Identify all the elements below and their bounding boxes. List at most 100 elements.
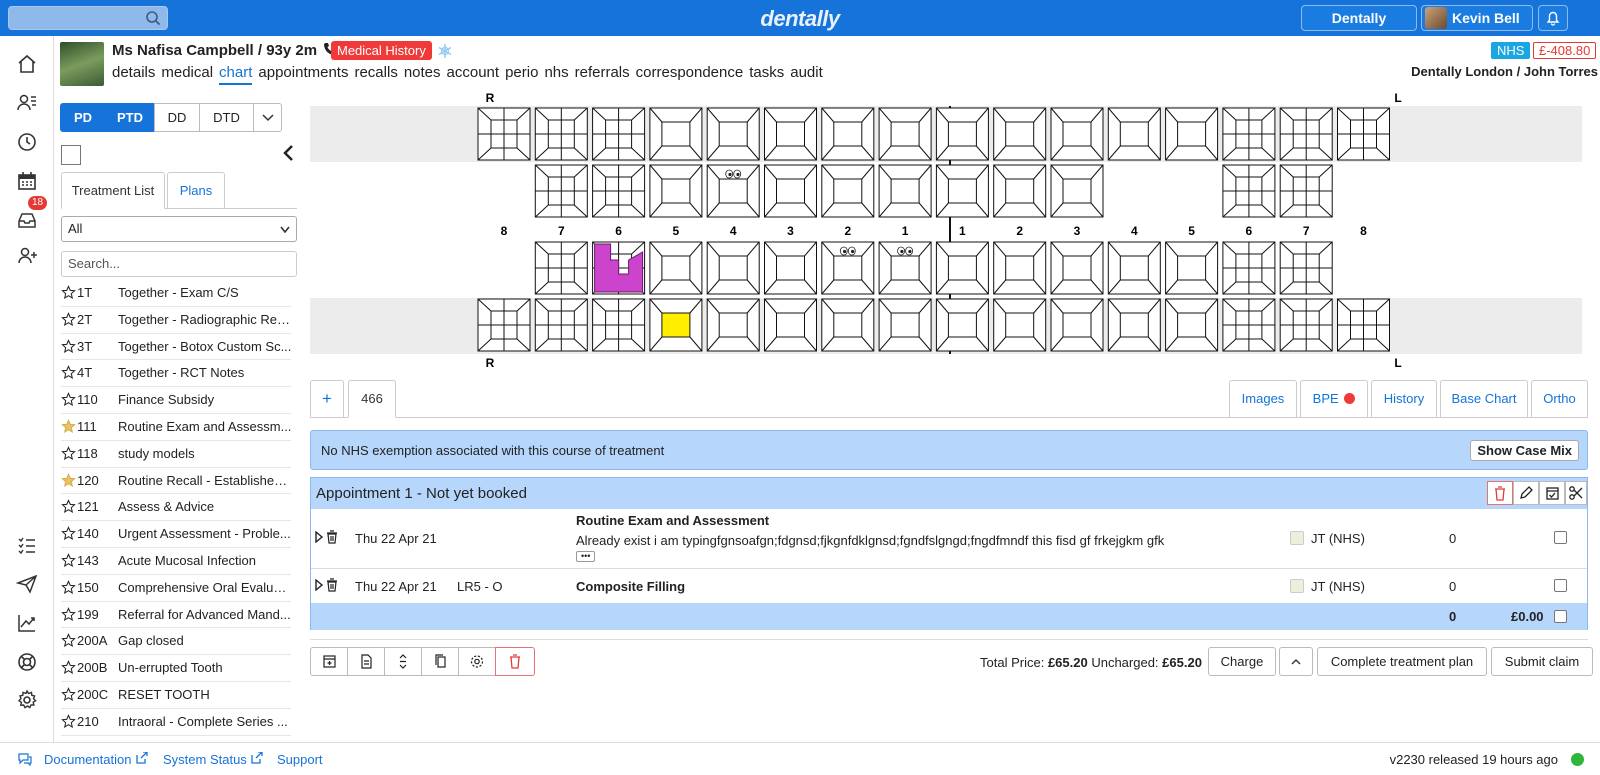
tab-tasks[interactable]: tasks [749,64,784,81]
treatment-list-item[interactable]: 199 Referral for Advanced Mand... [61,602,291,629]
practice-switch-button[interactable]: Dentally London [1301,5,1417,50]
tooth[interactable] [821,107,875,161]
tab-plans[interactable]: Plans [167,172,225,209]
favourite-star-icon[interactable] [61,633,76,648]
plan-settings-button[interactable] [458,647,496,676]
clock-icon[interactable] [15,130,39,154]
treatment-list-item[interactable]: 143 Acute Mucosal Infection [61,548,291,575]
treatment-row[interactable]: Thu 22 Apr 21 Routine Exam and Assessmen… [311,509,1587,569]
tooth[interactable] [878,298,932,352]
treatment-list-item[interactable]: 110 Finance Subsidy [61,387,291,414]
split-appointment-button[interactable] [1565,481,1587,505]
expand-note-button[interactable]: ••• [576,551,596,562]
add-patient-icon[interactable] [15,244,39,268]
tooth[interactable] [1337,298,1390,352]
tooth[interactable] [1050,107,1104,161]
tooth[interactable] [821,241,875,295]
tooth[interactable] [1165,241,1219,295]
favourite-star-icon[interactable] [61,311,76,327]
tooth[interactable] [706,241,760,295]
treatment-list-item[interactable]: 150 Comprehensive Oral Evaluati... [61,575,291,602]
tooth[interactable] [935,107,989,161]
calendar-icon[interactable] [15,169,39,193]
tooth[interactable] [534,298,588,352]
treatment-list-item[interactable]: 210 Intraoral - Complete Series ... [61,709,291,736]
tooth[interactable] [592,164,646,218]
treatment-list-item[interactable]: 1T Together - Exam C/S [61,280,291,307]
favourite-star-icon[interactable] [61,445,76,461]
documentation-link[interactable]: Documentation [44,751,148,767]
mode-dropdown-button[interactable] [253,103,282,132]
tooth[interactable] [821,164,875,218]
treatment-list-item[interactable]: 111 Routine Exam and Assessm... [61,414,291,441]
tooth[interactable] [1222,298,1276,352]
mode-dtd-button[interactable]: DTD [199,103,254,132]
tab-recalls[interactable]: recalls [354,64,397,81]
document-button[interactable] [347,647,385,676]
tooth[interactable] [821,298,875,352]
tab-appointments[interactable]: appointments [258,64,348,81]
tab-referrals[interactable]: referrals [575,64,630,81]
favourite-star-icon[interactable] [61,713,76,729]
tooth[interactable] [935,298,989,352]
favourite-star-icon[interactable] [61,553,76,568]
favourite-star-icon[interactable] [61,392,76,407]
tooth[interactable] [534,241,588,295]
tooth[interactable] [706,298,760,352]
tab-account[interactable]: account [447,64,500,81]
tooth[interactable] [1050,241,1104,295]
submit-claim-button[interactable]: Submit claim [1491,647,1593,676]
tooth[interactable] [477,107,531,161]
help-lifebuoy-icon[interactable] [15,650,39,674]
favourite-star-icon[interactable] [61,687,76,702]
tooth[interactable] [1050,164,1104,218]
user-menu-button[interactable]: Kevin Bell [1421,5,1533,48]
add-plan-button[interactable]: + [310,380,344,418]
tooth[interactable] [477,298,531,352]
tab-base-chart[interactable]: Base Chart [1440,380,1528,418]
delete-plan-button[interactable] [495,647,535,676]
tooth[interactable] [649,298,703,352]
treatment-list-item[interactable]: 118 study models [61,441,291,468]
treatment-filter-select[interactable]: All [61,216,297,242]
charge-button[interactable]: Charge [1208,647,1276,676]
favourite-star-icon[interactable] [61,499,76,514]
copy-button[interactable] [421,647,459,676]
mode-dd-button[interactable]: DD [154,103,200,132]
tooth[interactable] [534,164,588,218]
tooth[interactable] [1279,241,1333,295]
tab-correspondence[interactable]: correspondence [636,64,744,81]
chat-icon[interactable] [17,752,33,766]
favourite-star-icon[interactable] [61,365,76,380]
tooth[interactable] [1279,107,1333,161]
tab-bpe[interactable]: BPE [1300,380,1368,418]
show-case-mix-button[interactable]: Show Case Mix [1470,440,1579,461]
tooth[interactable] [534,107,588,161]
settings-gear-icon[interactable] [15,688,39,712]
treatment-list-item[interactable]: 3T Together - Botox Custom Sc... [61,334,291,361]
tooth[interactable] [935,241,989,295]
tooth[interactable] [993,241,1047,295]
favourite-star-icon[interactable] [61,579,76,595]
tooth[interactable] [1279,298,1333,352]
mode-ptd-button[interactable]: PTD [105,103,155,132]
treatment-list-item[interactable]: 4T Together - RCT Notes [61,360,291,388]
book-appointment-button[interactable] [1539,481,1565,505]
tooth[interactable] [1050,298,1104,352]
tooth[interactable] [592,107,646,161]
add-appointment-button[interactable] [310,647,348,676]
tooth-select-icon[interactable] [61,145,81,165]
tooth[interactable] [878,107,932,161]
tooth[interactable] [993,107,1047,161]
tooth[interactable] [1222,241,1276,295]
system-status-link[interactable]: System Status [163,751,264,767]
tooth[interactable] [706,107,760,161]
tooth[interactable] [935,164,989,218]
tab-history[interactable]: History [1371,380,1437,418]
tooth[interactable] [993,298,1047,352]
tooth[interactable] [764,241,817,295]
tab-images[interactable]: Images [1229,380,1297,418]
tooth[interactable] [878,241,932,295]
tooth[interactable] [1107,107,1161,161]
tooth[interactable] [1337,107,1390,161]
